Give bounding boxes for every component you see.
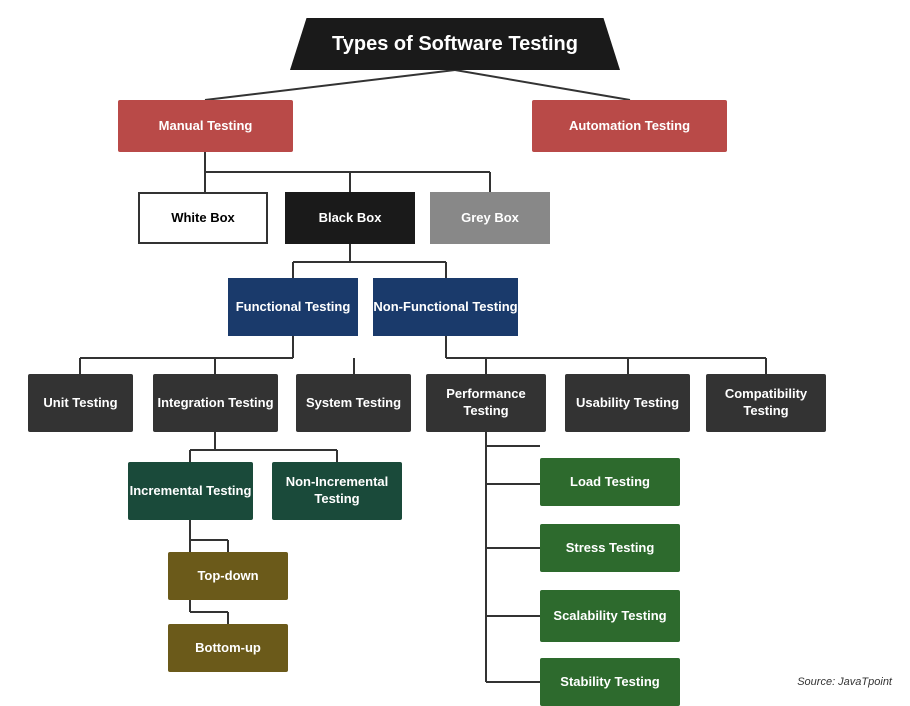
stability-testing-label: Stability Testing [560, 674, 659, 691]
title-node: Types of Software Testing [290, 18, 620, 70]
integration-testing-node: Integration Testing [153, 374, 278, 432]
source-label: Source: JavaTpoint [797, 676, 892, 688]
stress-testing-label: Stress Testing [566, 540, 655, 557]
diagram: Types of Software Testing Manual Testing… [0, 0, 910, 700]
bottomup-label: Bottom-up [195, 640, 261, 657]
stress-testing-node: Stress Testing [540, 524, 680, 572]
bottomup-node: Bottom-up [168, 624, 288, 672]
source-credit: Source: JavaTpoint [797, 676, 892, 688]
compatibility-testing-node: Compatibility Testing [706, 374, 826, 432]
stability-testing-node: Stability Testing [540, 658, 680, 706]
nonfunctional-testing-node: Non-Functional Testing [373, 278, 518, 336]
manual-testing-label: Manual Testing [159, 118, 253, 135]
system-testing-label: System Testing [306, 395, 401, 412]
compatibility-testing-label: Compatibility Testing [706, 386, 826, 420]
load-testing-label: Load Testing [570, 474, 650, 491]
topdown-node: Top-down [168, 552, 288, 600]
usability-testing-label: Usability Testing [576, 395, 679, 412]
greybox-label: Grey Box [461, 210, 519, 227]
blackbox-node: Black Box [285, 192, 415, 244]
functional-testing-label: Functional Testing [236, 299, 351, 316]
blackbox-label: Black Box [319, 210, 382, 227]
whitebox-label: White Box [171, 210, 235, 227]
nonfunctional-testing-label: Non-Functional Testing [373, 299, 517, 316]
manual-testing-node: Manual Testing [118, 100, 293, 152]
greybox-node: Grey Box [430, 192, 550, 244]
load-testing-node: Load Testing [540, 458, 680, 506]
topdown-label: Top-down [197, 568, 258, 585]
scalability-testing-label: Scalability Testing [553, 608, 666, 625]
performance-testing-label: Performance Testing [426, 386, 546, 420]
whitebox-node: White Box [138, 192, 268, 244]
incremental-testing-node: Incremental Testing [128, 462, 253, 520]
performance-testing-node: Performance Testing [426, 374, 546, 432]
nonincremental-testing-label: Non-Incremental Testing [272, 474, 402, 508]
title-label: Types of Software Testing [332, 31, 578, 57]
nonincremental-testing-node: Non-Incremental Testing [272, 462, 402, 520]
automation-testing-label: Automation Testing [569, 118, 690, 135]
unit-testing-label: Unit Testing [43, 395, 117, 412]
usability-testing-node: Usability Testing [565, 374, 690, 432]
functional-testing-node: Functional Testing [228, 278, 358, 336]
integration-testing-label: Integration Testing [157, 395, 273, 412]
scalability-testing-node: Scalability Testing [540, 590, 680, 642]
incremental-testing-label: Incremental Testing [130, 483, 252, 500]
system-testing-node: System Testing [296, 374, 411, 432]
automation-testing-node: Automation Testing [532, 100, 727, 152]
unit-testing-node: Unit Testing [28, 374, 133, 432]
